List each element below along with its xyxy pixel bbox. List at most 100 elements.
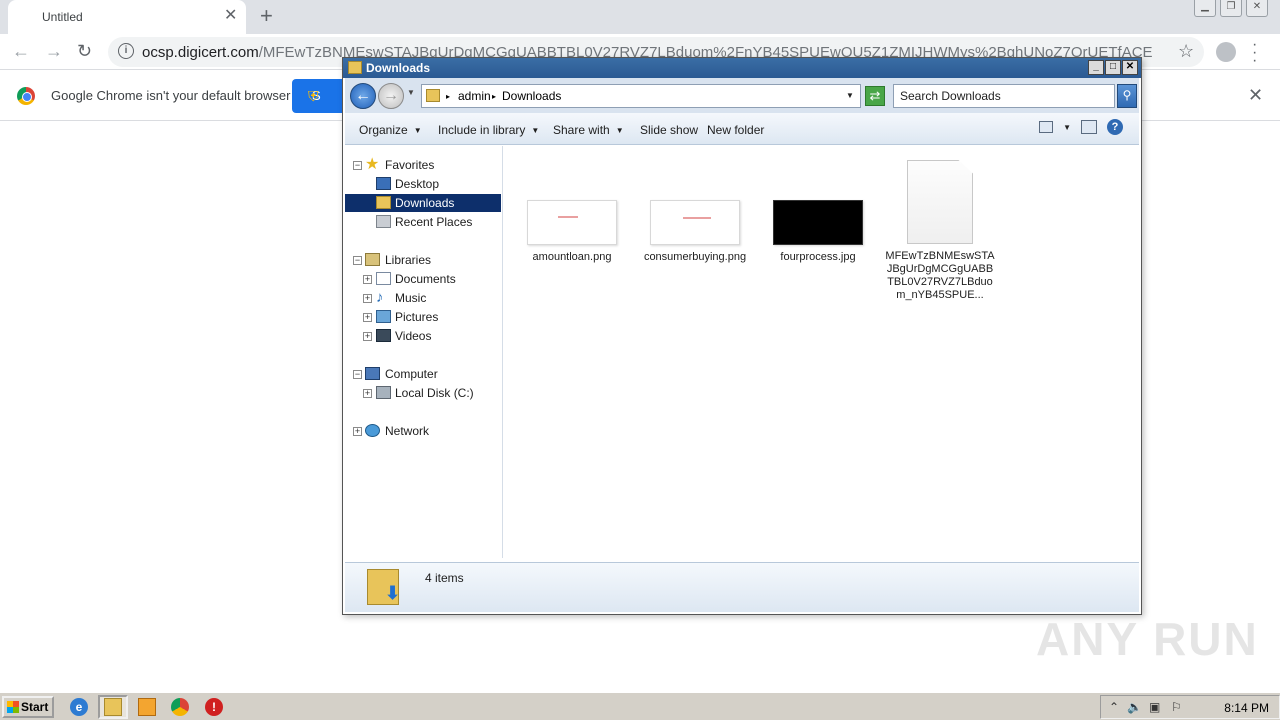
close-button[interactable]: ✕	[1246, 0, 1268, 17]
chevron-down-icon: ▼	[531, 126, 540, 135]
search-icon[interactable]: ⚲	[1117, 84, 1137, 108]
chrome-tab-strip: Untitled ✕ + ▁ ❐ ✕	[0, 0, 1280, 34]
tree-item-documents[interactable]: + Documents	[345, 270, 501, 288]
tree-item-desktop[interactable]: Desktop	[345, 175, 501, 193]
infobar-close-icon[interactable]: ✕	[1248, 85, 1263, 106]
back-arrow-icon[interactable]: ←	[12, 40, 30, 62]
recent-pages-dropdown-icon[interactable]: ▼	[407, 88, 415, 97]
forward-arrow-icon[interactable]: →	[45, 40, 63, 62]
explorer-minimize-button[interactable]: _	[1088, 60, 1104, 75]
file-name: consumerbuying.png	[643, 251, 747, 263]
expand-icon[interactable]: +	[363, 332, 372, 341]
reload-icon[interactable]: ↻	[77, 40, 92, 62]
windows-logo-icon	[7, 701, 19, 713]
desktop-icon	[376, 177, 391, 190]
file-item[interactable]: amountloan.png	[517, 200, 627, 264]
start-button[interactable]: Start	[2, 696, 54, 718]
preview-pane-icon[interactable]	[1081, 120, 1097, 134]
collapse-icon[interactable]: −	[353, 256, 362, 265]
tree-item-network[interactable]: + Network	[345, 422, 501, 440]
site-info-icon[interactable]: i	[118, 43, 134, 59]
collapse-icon[interactable]: −	[353, 370, 362, 379]
address-dropdown-icon[interactable]: ▼	[846, 91, 854, 100]
show-hidden-icons-icon[interactable]: ⌃	[1109, 700, 1119, 714]
new-tab-icon[interactable]: +	[260, 5, 273, 27]
explorer-titlebar[interactable]: Downloads _ □ ✕	[343, 58, 1141, 78]
chevron-down-icon[interactable]: ▼	[1063, 123, 1071, 132]
tree-item-local-disk[interactable]: + Local Disk (C:)	[345, 384, 501, 402]
download-arrow-icon: ⬇	[385, 583, 401, 603]
libraries-icon	[365, 253, 380, 266]
collapse-icon[interactable]: −	[353, 161, 362, 170]
profile-avatar-icon[interactable]	[1216, 42, 1236, 62]
explorer-address-toolbar: ← → ▼ ▸ admin ▸ Downloads ▼ ⇄ Search Dow…	[345, 78, 1139, 113]
image-thumbnail	[527, 200, 617, 245]
media-player-icon[interactable]	[138, 698, 156, 716]
thumbnail-text-mark	[558, 216, 578, 218]
tree-label: Recent Places	[395, 215, 473, 229]
breadcrumb-separator-icon[interactable]: ▸	[492, 92, 496, 101]
file-list-pane: amountloan.png consumerbuying.png fourpr…	[507, 146, 1139, 558]
tree-label: Pictures	[395, 310, 439, 324]
tree-item-videos[interactable]: + Videos	[345, 327, 501, 345]
explorer-forward-button[interactable]: →	[378, 83, 404, 109]
expand-icon[interactable]: +	[363, 313, 372, 322]
internet-explorer-icon[interactable]: e	[70, 698, 88, 716]
menu-dots-icon[interactable]: · · ·	[1252, 37, 1257, 69]
volume-icon[interactable]: 🔈	[1127, 700, 1142, 714]
bookmark-star-icon[interactable]: ☆	[1178, 41, 1194, 62]
star-icon: ★	[365, 156, 380, 173]
file-item[interactable]: consumerbuying.png	[640, 200, 750, 264]
tree-item-downloads[interactable]: Downloads	[345, 194, 501, 212]
organize-button[interactable]: Organize ▼	[359, 123, 422, 137]
tree-item-libraries[interactable]: − Libraries	[345, 251, 501, 269]
videos-icon	[376, 329, 391, 342]
tree-item-music[interactable]: + ♪ Music	[345, 289, 501, 307]
folder-icon	[104, 698, 122, 716]
change-view-icon[interactable]	[1039, 121, 1054, 133]
expand-icon[interactable]: +	[363, 275, 372, 284]
organize-label: Organize	[359, 123, 408, 137]
music-icon: ♪	[376, 289, 384, 306]
file-item[interactable]: fourprocess.jpg	[763, 200, 873, 264]
breadcrumb-admin[interactable]: admin	[458, 89, 491, 103]
image-thumbnail	[773, 200, 863, 245]
new-folder-button[interactable]: New folder	[707, 123, 764, 137]
minimize-button[interactable]: ▁	[1194, 0, 1216, 17]
network-status-icon[interactable]: ▣	[1149, 700, 1160, 714]
tree-label: Videos	[395, 329, 432, 343]
include-in-library-button[interactable]: Include in library ▼	[438, 123, 539, 137]
explorer-maximize-button[interactable]: □	[1105, 60, 1121, 75]
breadcrumb[interactable]: ▸ admin ▸ Downloads ▼	[421, 84, 861, 108]
clock[interactable]: 8:14 PM	[1224, 701, 1269, 715]
command-bar: Organize ▼ Include in library ▼ Share with…	[345, 113, 1139, 145]
file-item[interactable]: MFEwTzBNMEswSTAJBgUrDgMCGgUABBTBL0V27RVZ…	[885, 160, 995, 302]
tree-item-pictures[interactable]: + Pictures	[345, 308, 501, 326]
chrome-icon[interactable]	[171, 698, 189, 716]
expand-icon[interactable]: +	[353, 427, 362, 436]
expand-icon[interactable]: +	[363, 389, 372, 398]
search-input[interactable]: Search Downloads	[893, 84, 1115, 108]
action-center-flag-icon[interactable]: ⚐	[1171, 700, 1182, 714]
share-with-button[interactable]: Share with ▼	[553, 123, 624, 137]
explorer-close-button[interactable]: ✕	[1122, 60, 1138, 75]
refresh-icon[interactable]: ⇄	[865, 86, 885, 106]
explorer-back-button[interactable]: ←	[350, 83, 376, 109]
expand-icon[interactable]: +	[363, 294, 372, 303]
tab-close-icon[interactable]: ✕	[224, 8, 237, 24]
tree-label: Desktop	[395, 177, 440, 191]
file-name: MFEwTzBNMEswSTAJBgUrDgMCGgUABBTBL0V27RVZ…	[885, 250, 995, 301]
breadcrumb-separator-icon[interactable]: ▸	[446, 92, 450, 101]
breadcrumb-downloads[interactable]: Downloads	[502, 89, 561, 103]
tree-label: Network	[385, 424, 430, 438]
slide-show-button[interactable]: Slide show	[640, 123, 698, 137]
tree-item-recent-places[interactable]: Recent Places	[345, 213, 501, 231]
tree-item-computer[interactable]: − Computer	[345, 365, 501, 383]
tree-label: Libraries	[385, 253, 432, 267]
tree-item-favorites[interactable]: − ★ Favorites	[345, 156, 501, 174]
stop-icon[interactable]: !	[205, 698, 223, 716]
chrome-tab[interactable]: Untitled ✕	[8, 0, 246, 34]
item-count: 4 items	[425, 571, 464, 585]
help-icon[interactable]: ?	[1107, 119, 1123, 135]
restore-button[interactable]: ❐	[1220, 0, 1242, 17]
